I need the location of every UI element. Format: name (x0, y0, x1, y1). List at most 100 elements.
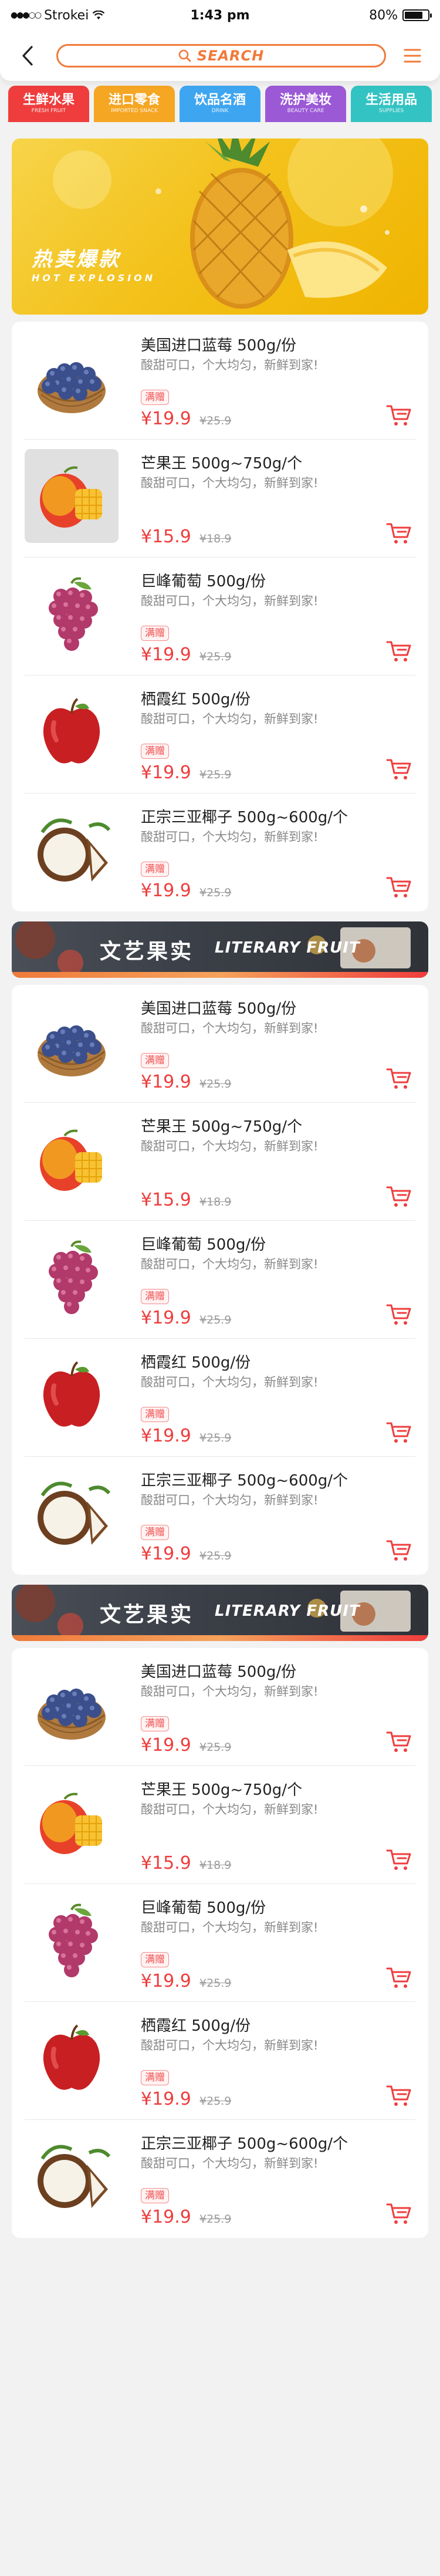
product-name: 芒果王 500g~750g/个 (141, 1781, 303, 1799)
cart-icon (386, 1849, 411, 1870)
product-name: 栖霞红 500g/份 (141, 1354, 251, 1372)
product-name: 栖霞红 500g/份 (141, 2017, 251, 2035)
cart-icon (386, 1967, 411, 1988)
add-to-cart-button[interactable] (385, 403, 413, 428)
product-price: ¥19.9 (141, 1544, 191, 1564)
product-name: 巨峰葡萄 500g/份 (141, 1899, 266, 1917)
category-tab[interactable]: 生鲜水果 FRESH FRUIT (8, 86, 89, 122)
product-price: ¥19.9 (141, 1072, 191, 1092)
product-desc: 酸甜可口，个大均匀，新鲜到家! (141, 1920, 319, 1934)
promo-tag: 满赠 (141, 1716, 169, 1731)
section-banner[interactable]: 文艺果实 LITERARY FRUIT (12, 921, 428, 978)
product-price: ¥19.9 (141, 1971, 191, 1991)
coconut-image (25, 803, 119, 897)
add-to-cart-button[interactable] (385, 1302, 413, 1328)
product-old-price: ¥25.9 (199, 2095, 232, 2108)
add-to-cart-button[interactable] (385, 1729, 413, 1755)
product-price: ¥19.9 (141, 2089, 191, 2109)
back-button[interactable] (13, 41, 42, 70)
product-name: 芒果王 500g~750g/个 (141, 455, 303, 472)
hero-banner[interactable]: 热卖爆款 HOT EXPLOSION (12, 139, 428, 315)
product-price: ¥19.9 (141, 644, 191, 665)
product-item[interactable]: 巨峰葡萄 500g/份 酸甜可口，个大均匀，新鲜到家! 满赠 ¥19.9 ¥25… (25, 558, 415, 676)
section-banner[interactable]: 文艺果实 LITERARY FRUIT (12, 1585, 428, 1641)
product-old-price: ¥25.9 (199, 768, 232, 781)
product-item[interactable]: 美国进口蓝莓 500g/份 酸甜可口，个大均匀，新鲜到家! 满赠 ¥19.9 ¥… (25, 1648, 415, 1766)
product-name: 美国进口蓝莓 500g/份 (141, 1663, 297, 1681)
category-label: 生活用品 (365, 93, 417, 107)
product-desc: 酸甜可口，个大均匀，新鲜到家! (141, 358, 319, 372)
product-item[interactable]: 正宗三亚椰子 500g~600g/个 酸甜可口，个大均匀，新鲜到家! 满赠 ¥1… (25, 1457, 415, 1575)
mango-image (25, 1112, 119, 1206)
product-name: 美国进口蓝莓 500g/份 (141, 1000, 297, 1018)
add-to-cart-button[interactable] (385, 2083, 413, 2109)
add-to-cart-button[interactable] (385, 757, 413, 782)
add-to-cart-button[interactable] (385, 639, 413, 664)
add-to-cart-button[interactable] (385, 1184, 413, 1210)
product-old-price: ¥25.9 (199, 414, 232, 427)
cart-icon (386, 1422, 411, 1443)
product-desc: 酸甜可口，个大均匀，新鲜到家! (141, 1257, 319, 1271)
category-sublabel: IMPORTED SNACK (110, 108, 158, 114)
product-item[interactable]: 栖霞红 500g/份 酸甜可口，个大均匀，新鲜到家! 满赠 ¥19.9 ¥25.… (25, 1339, 415, 1457)
product-name: 栖霞红 500g/份 (141, 691, 251, 708)
category-tab[interactable]: 洗护美妆 BEAUTY CARE (265, 86, 346, 122)
search-input[interactable]: SEARCH (56, 44, 386, 67)
status-right: 80% (253, 8, 432, 23)
product-desc: 酸甜可口，个大均匀，新鲜到家! (141, 1802, 319, 1817)
add-to-cart-button[interactable] (385, 2201, 413, 2227)
promo-tag: 满赠 (141, 1289, 169, 1304)
product-item[interactable]: 芒果王 500g~750g/个 酸甜可口，个大均匀，新鲜到家! ¥15.9 ¥1… (25, 1103, 415, 1221)
product-item[interactable]: 正宗三亚椰子 500g~600g/个 酸甜可口，个大均匀，新鲜到家! 满赠 ¥1… (25, 2120, 415, 2238)
category-tab[interactable]: 饮品名酒 DRINK (180, 86, 260, 122)
cart-icon (386, 1304, 411, 1325)
menu-button[interactable] (398, 41, 427, 70)
product-name: 正宗三亚椰子 500g~600g/个 (141, 1472, 348, 1490)
cart-icon (386, 641, 411, 661)
product-name: 芒果王 500g~750g/个 (141, 1118, 303, 1136)
promo-tag: 满赠 (141, 2070, 169, 2085)
product-item[interactable]: 芒果王 500g~750g/个 酸甜可口，个大均匀，新鲜到家! ¥15.9 ¥1… (25, 1766, 415, 1884)
product-item[interactable]: 美国进口蓝莓 500g/份 酸甜可口，个大均匀，新鲜到家! 满赠 ¥19.9 ¥… (25, 322, 415, 440)
coconut-image (25, 2129, 119, 2223)
add-to-cart-button[interactable] (385, 875, 413, 900)
cart-icon (386, 2203, 411, 2224)
product-old-price: ¥25.9 (199, 650, 232, 663)
add-to-cart-button[interactable] (385, 1965, 413, 1991)
category-tab[interactable]: 生活用品 SUPPLIES (351, 86, 432, 122)
product-item[interactable]: 正宗三亚椰子 500g~600g/个 酸甜可口，个大均匀，新鲜到家! 满赠 ¥1… (25, 794, 415, 911)
add-to-cart-button[interactable] (385, 1847, 413, 1873)
product-item[interactable]: 巨峰葡萄 500g/份 酸甜可口，个大均匀，新鲜到家! 满赠 ¥19.9 ¥25… (25, 1221, 415, 1339)
add-to-cart-button[interactable] (385, 1420, 413, 1446)
battery-percent: 80% (369, 8, 398, 23)
promo-tag: 满赠 (141, 1952, 169, 1967)
product-price: ¥19.9 (141, 1308, 191, 1328)
apple-image (25, 685, 119, 779)
product-item[interactable]: 栖霞红 500g/份 酸甜可口，个大均匀，新鲜到家! 满赠 ¥19.9 ¥25.… (25, 2002, 415, 2120)
promo-tag: 满赠 (141, 390, 169, 405)
search-icon (178, 49, 191, 62)
add-to-cart-button[interactable] (385, 521, 413, 546)
cart-icon (386, 1068, 411, 1089)
category-sublabel: SUPPLIES (378, 108, 404, 114)
signal-icon: ●●●○○ (11, 11, 42, 20)
product-desc: 酸甜可口，个大均匀，新鲜到家! (141, 2156, 319, 2170)
category-label: 进口零食 (108, 93, 160, 107)
promo-tag: 满赠 (141, 862, 169, 877)
product-name: 美国进口蓝莓 500g/份 (141, 337, 297, 355)
product-price: ¥19.9 (141, 762, 191, 783)
product-item[interactable]: 栖霞红 500g/份 酸甜可口，个大均匀，新鲜到家! 满赠 ¥19.9 ¥25.… (25, 676, 415, 794)
product-price: ¥19.9 (141, 1426, 191, 1446)
category-sublabel: DRINK (211, 108, 229, 114)
category-tab[interactable]: 进口零食 IMPORTED SNACK (94, 86, 175, 122)
product-item[interactable]: 巨峰葡萄 500g/份 酸甜可口，个大均匀，新鲜到家! 满赠 ¥19.9 ¥25… (25, 1884, 415, 2002)
product-item[interactable]: 美国进口蓝莓 500g/份 酸甜可口，个大均匀，新鲜到家! 满赠 ¥19.9 ¥… (25, 985, 415, 1103)
add-to-cart-button[interactable] (385, 1538, 413, 1564)
battery-icon (402, 9, 432, 21)
product-item[interactable]: 芒果王 500g~750g/个 酸甜可口，个大均匀，新鲜到家! ¥15.9 ¥1… (25, 440, 415, 558)
add-to-cart-button[interactable] (385, 1066, 413, 1092)
cart-icon (386, 877, 411, 897)
carrier-name: Strokei (44, 8, 89, 23)
status-time: 1:43 pm (190, 8, 250, 23)
apple-image (25, 2011, 119, 2105)
